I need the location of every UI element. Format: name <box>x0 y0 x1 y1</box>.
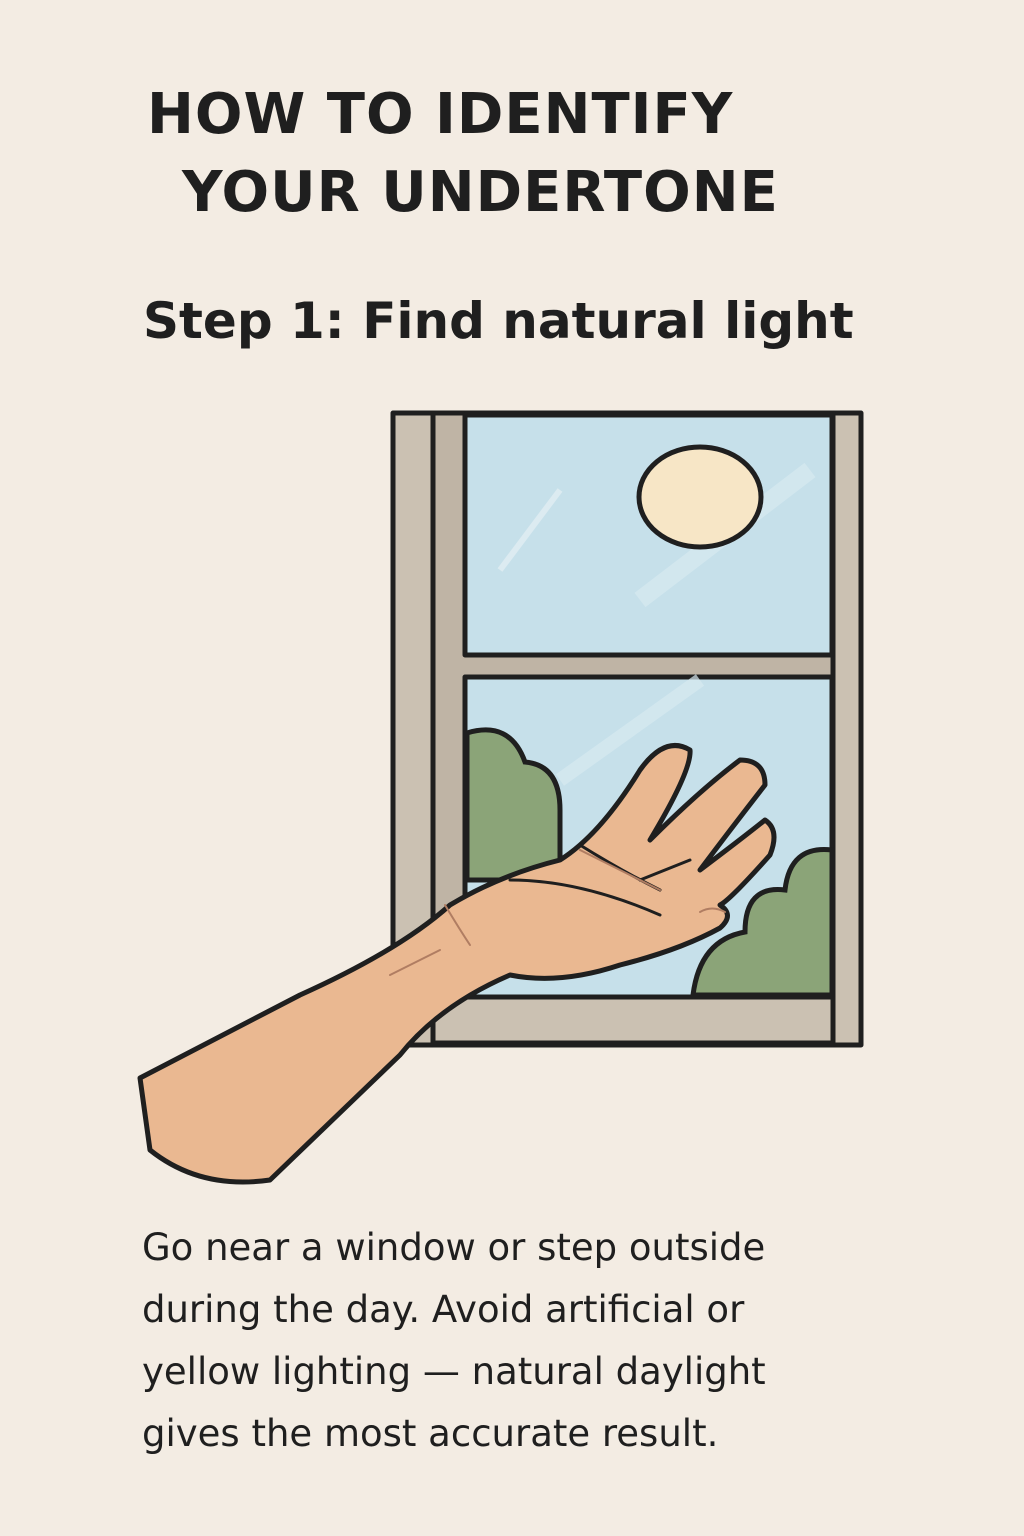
body-text-line: Go near a window or step outside <box>142 1226 766 1269</box>
body-text-line: gives the most accurate result. <box>142 1412 719 1455</box>
sun-icon <box>636 444 764 550</box>
body-text-line: yellow lighting — natural daylight <box>142 1350 766 1393</box>
body-text-line: during the day. Avoid artificial or <box>142 1288 745 1331</box>
